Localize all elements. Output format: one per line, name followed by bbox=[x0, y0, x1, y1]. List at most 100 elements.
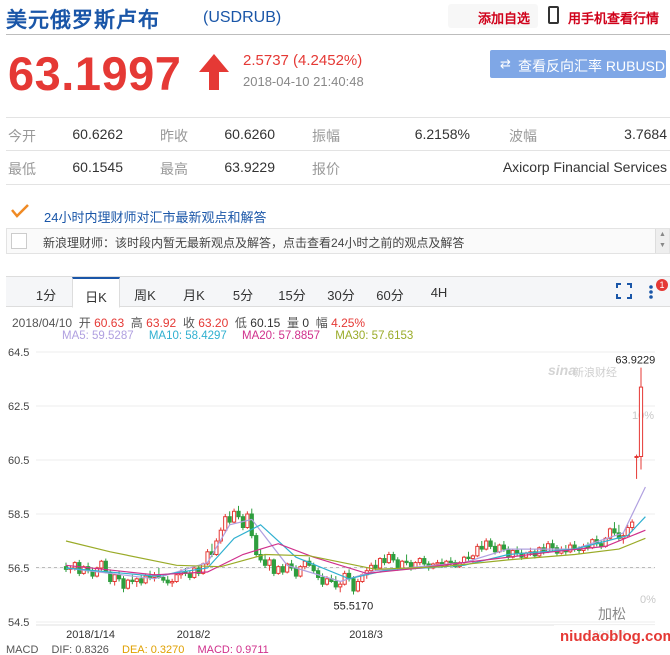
candle-body bbox=[417, 558, 422, 564]
tab-5min[interactable]: 5分 bbox=[219, 277, 267, 307]
candle-body bbox=[161, 576, 166, 581]
candle-body bbox=[351, 578, 356, 592]
candle-body bbox=[568, 544, 573, 553]
notification-badge: 1 bbox=[656, 279, 668, 291]
scrollbar[interactable]: ▲ ▼ bbox=[655, 229, 669, 253]
quote-label: 最低 bbox=[8, 161, 36, 177]
candle-body bbox=[134, 578, 139, 583]
quote-label: 昨收 bbox=[160, 128, 188, 144]
ohlc-label: 收 bbox=[182, 316, 195, 330]
candle-body bbox=[276, 566, 281, 574]
candle-body bbox=[112, 574, 117, 582]
candle-body bbox=[634, 455, 639, 458]
candle-body bbox=[302, 560, 307, 568]
candle-body bbox=[338, 583, 343, 588]
fullscreen-icon[interactable] bbox=[616, 283, 632, 299]
reverse-rate-button[interactable]: ⇄ 查看反向汇率 RUBUSD bbox=[490, 50, 666, 78]
ohlc-label: 高 bbox=[130, 316, 143, 330]
ohlc-readout: 2018/04/10 开 60.63 高 63.92 收 63.20 低 60.… bbox=[12, 314, 365, 331]
overlay-caption: 加松 bbox=[598, 606, 626, 622]
x-tick-label: 2018/2 bbox=[177, 629, 211, 641]
x-tick-label: 2018/3 bbox=[349, 629, 383, 641]
reverse-rate-label: 查看反向汇率 RUBUSD bbox=[518, 58, 666, 74]
quote-value: 63.9229 bbox=[224, 159, 275, 175]
quote-header: 美元俄罗斯卢布 (USDRUB) 添加自选 用手机查看行情 bbox=[0, 0, 670, 34]
tab-daily[interactable]: 日K bbox=[72, 277, 120, 308]
quote-label: 今开 bbox=[8, 128, 36, 144]
mobile-phone-icon bbox=[548, 6, 559, 24]
dea-label: DEA: 0.3270 bbox=[122, 644, 185, 655]
candle-body bbox=[550, 543, 555, 549]
checkmark-icon bbox=[11, 204, 29, 218]
candle-body bbox=[612, 528, 617, 534]
quote-label: 报价 bbox=[312, 161, 340, 177]
candle-body bbox=[103, 560, 108, 573]
y-tick-label: 56.5 bbox=[8, 563, 29, 575]
candle-body bbox=[355, 581, 361, 592]
candle-body bbox=[342, 572, 347, 585]
avatar bbox=[11, 233, 27, 249]
macd-label: MACD bbox=[6, 644, 39, 655]
quote-label: 振幅 bbox=[312, 128, 340, 144]
candle-body bbox=[320, 576, 325, 585]
candle-body bbox=[130, 579, 135, 582]
tab-15min[interactable]: 15分 bbox=[268, 277, 316, 307]
y-right-tick-label: 10% bbox=[632, 410, 654, 422]
mobile-view-link[interactable]: 用手机查看行情 bbox=[568, 8, 659, 27]
add-favorite-label: 添加自选 bbox=[478, 11, 531, 26]
candle-body bbox=[311, 564, 316, 572]
quote-value: 6.2158% bbox=[414, 126, 470, 142]
candle-body bbox=[262, 559, 268, 566]
candle-body bbox=[377, 558, 383, 569]
candle-body bbox=[630, 521, 635, 529]
overlay-site: niudaoblog.com bbox=[554, 625, 670, 649]
quote-label: 最高 bbox=[160, 161, 188, 177]
candle-body bbox=[382, 558, 387, 564]
tab-60min[interactable]: 60分 bbox=[366, 277, 414, 307]
candle-body bbox=[400, 560, 405, 569]
quote-value: 60.6260 bbox=[224, 126, 275, 142]
tab-weekly[interactable]: 周K bbox=[121, 277, 169, 307]
quote-table-divider bbox=[6, 184, 670, 185]
analyst-message-row[interactable]: 新浪理财师：该时段内暂无最新观点及解答，点击查看24小时之前的观点及解答 ▲ ▼ bbox=[6, 228, 670, 254]
more-options-icon[interactable] bbox=[646, 282, 656, 302]
candle-body bbox=[501, 544, 506, 550]
candle-body bbox=[236, 510, 241, 518]
candle-body bbox=[223, 516, 228, 531]
tab-monthly[interactable]: 月K bbox=[170, 277, 218, 307]
period-tabs: 1分 日K 周K 月K 5分 15分 30分 60分 4H 1 bbox=[6, 277, 670, 308]
candle-body bbox=[638, 386, 644, 457]
tab-30min[interactable]: 30分 bbox=[317, 277, 365, 307]
quote-value: 60.6262 bbox=[72, 126, 123, 142]
candle-body bbox=[254, 535, 259, 556]
candle-body bbox=[395, 559, 400, 569]
y-tick-label: 62.5 bbox=[8, 401, 29, 413]
candle-body bbox=[373, 564, 378, 569]
candle-body bbox=[267, 559, 272, 566]
analyst-title[interactable]: 24小时内理财师对汇市最新观点和解答 bbox=[44, 207, 266, 226]
candle-body bbox=[492, 545, 498, 553]
y-right-tick-label: 0% bbox=[640, 594, 656, 606]
y-tick-label: 60.5 bbox=[8, 455, 29, 467]
header-divider bbox=[6, 34, 670, 35]
pair-name: 美元俄罗斯卢布 bbox=[6, 9, 160, 32]
analyst-author: 新浪理财师： bbox=[43, 236, 116, 250]
candlestick-chart[interactable]: 64.5 62.5 60.5 58.5 56.5 54.5 10% 0% 63.9229 55.5… bbox=[0, 340, 670, 655]
sina-watermark-logo: sina bbox=[548, 362, 577, 378]
candle-body bbox=[333, 581, 338, 588]
ohlc-label: 幅 bbox=[315, 316, 328, 330]
price-annotation: 55.5170 bbox=[334, 600, 374, 612]
candle-body bbox=[324, 578, 330, 585]
scroll-up-icon[interactable]: ▲ bbox=[659, 231, 666, 238]
scroll-down-icon[interactable]: ▼ bbox=[659, 242, 666, 249]
tab-4h[interactable]: 4H bbox=[415, 277, 463, 307]
current-price: 63.1997 bbox=[8, 47, 182, 100]
candle-body bbox=[422, 558, 427, 565]
candle-body bbox=[121, 578, 126, 589]
add-favorite-button[interactable]: 添加自选 bbox=[448, 4, 538, 28]
dif-label: DIF: 0.8326 bbox=[51, 644, 109, 655]
candle-body bbox=[72, 562, 77, 569]
tab-1min[interactable]: 1分 bbox=[22, 277, 70, 307]
quote-label: 波幅 bbox=[509, 128, 537, 144]
quote-timestamp: 2018-04-10 21:40:48 bbox=[243, 74, 364, 89]
